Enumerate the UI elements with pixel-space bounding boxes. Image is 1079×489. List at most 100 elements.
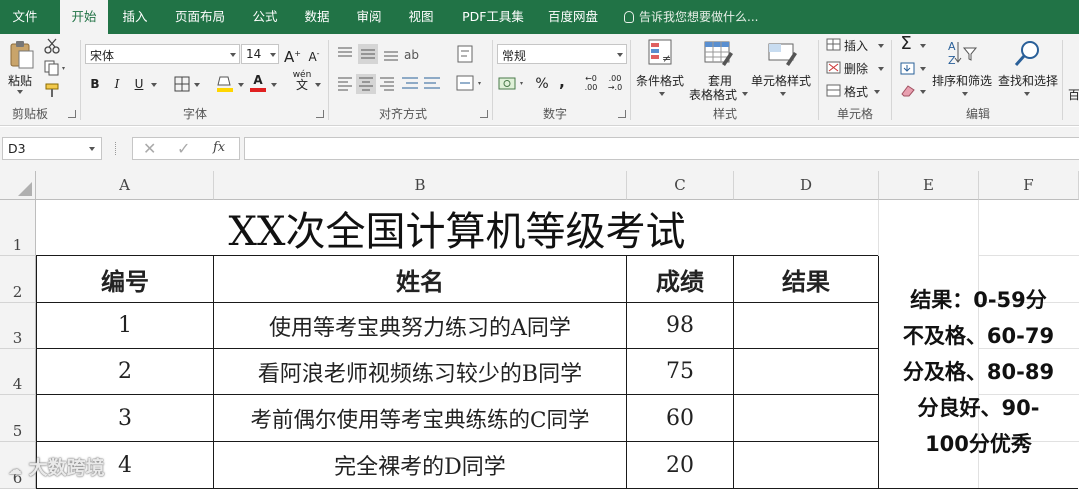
tab-review[interactable]: 审阅 xyxy=(348,0,390,34)
cell-name[interactable]: 使用等考宝典努力练习的A同学 xyxy=(214,303,627,349)
fill-down-icon[interactable] xyxy=(900,62,916,76)
sort-filter-icon[interactable]: AZ xyxy=(946,38,978,68)
insert-cells-caret[interactable] xyxy=(878,44,884,48)
cell-id[interactable]: 2 xyxy=(36,349,214,395)
conditional-formatting-label[interactable]: 条件格式 xyxy=(636,72,684,89)
font-name-select[interactable]: 宋体 xyxy=(85,44,240,64)
header-result[interactable]: 结果 xyxy=(734,256,879,303)
insert-cells-label[interactable]: 插入 xyxy=(844,37,868,54)
cell-styles-label[interactable]: 单元格样式 xyxy=(751,72,811,89)
row-header-3[interactable]: 3 xyxy=(0,303,36,349)
find-select-label[interactable]: 查找和选择 xyxy=(998,72,1058,89)
borders-icon[interactable] xyxy=(174,76,190,92)
font-launcher-icon[interactable] xyxy=(316,110,324,118)
tab-insert[interactable]: 插入 xyxy=(114,0,156,34)
autosum-button[interactable]: Σ xyxy=(898,34,914,54)
comma-style-button[interactable]: , xyxy=(556,72,568,92)
cut-off-group-label[interactable]: 百 xyxy=(1068,86,1079,103)
underline-button[interactable]: U xyxy=(131,74,147,94)
clipboard-launcher-icon[interactable] xyxy=(68,110,76,118)
number-format-dropdown-caret[interactable] xyxy=(617,53,623,57)
row-header-4[interactable]: 4 xyxy=(0,349,36,395)
number-format-select[interactable]: 常规 xyxy=(497,44,627,64)
decrease-decimal-button[interactable]: .00 →.0 xyxy=(606,74,624,94)
tab-file[interactable]: 文件 xyxy=(4,0,46,34)
paste-dropdown-caret[interactable] xyxy=(17,90,23,94)
formula-bar-grip[interactable] xyxy=(115,142,117,155)
tab-home[interactable]: 开始 xyxy=(60,0,108,34)
formula-input[interactable] xyxy=(244,137,1079,160)
cell-score[interactable]: 98 xyxy=(627,303,734,349)
format-cells-icon[interactable] xyxy=(826,84,842,98)
accounting-format-icon[interactable] xyxy=(498,74,528,94)
column-header-f[interactable]: F xyxy=(979,171,1079,200)
font-color-button[interactable]: A xyxy=(250,72,266,92)
grading-note-cell[interactable]: 结果：0-59分 不及格、60-79 分及格、80-89 分良好、90- 100… xyxy=(878,256,1078,489)
underline-dropdown-caret[interactable] xyxy=(151,83,157,87)
borders-dropdown-caret[interactable] xyxy=(194,83,200,87)
name-box[interactable]: D3 xyxy=(2,137,102,160)
delete-cells-caret[interactable] xyxy=(878,67,884,71)
row-header-2[interactable]: 2 xyxy=(0,256,36,303)
increase-decimal-button[interactable]: ←0.00 xyxy=(582,74,600,94)
copy-icon[interactable] xyxy=(44,60,68,76)
tab-pdf-tools[interactable]: PDF工具集 xyxy=(454,0,532,34)
tab-data[interactable]: 数据 xyxy=(296,0,338,34)
font-size-dropdown-caret[interactable] xyxy=(270,53,276,57)
row-header-1[interactable]: 1 xyxy=(0,200,36,256)
cell-score[interactable]: 60 xyxy=(627,395,734,442)
tab-page-layout[interactable]: 页面布局 xyxy=(168,0,232,34)
cell-styles-caret[interactable] xyxy=(780,92,786,96)
conditional-formatting-icon[interactable]: ≠ xyxy=(648,38,674,68)
title-cell[interactable]: XX次全国计算机等级考试 xyxy=(36,200,878,256)
header-id[interactable]: 编号 xyxy=(36,256,214,303)
italic-button[interactable]: I xyxy=(109,74,125,94)
cell-id[interactable]: 3 xyxy=(36,395,214,442)
cell-id[interactable]: 1 xyxy=(36,303,214,349)
conditional-formatting-caret[interactable] xyxy=(659,92,665,96)
column-header-b[interactable]: B xyxy=(214,171,627,200)
merge-center-icon[interactable] xyxy=(456,74,484,94)
cell-styles-icon[interactable] xyxy=(768,38,798,68)
decrease-font-size-button[interactable]: A- xyxy=(306,44,322,64)
format-cells-label[interactable]: 格式 xyxy=(844,83,868,100)
fill-color-dropdown-caret[interactable] xyxy=(238,83,244,87)
cell-result-selected[interactable] xyxy=(734,303,879,349)
cell-result[interactable] xyxy=(734,442,879,489)
cut-icon[interactable] xyxy=(44,38,60,54)
format-cells-caret[interactable] xyxy=(874,90,880,94)
bold-button[interactable]: B xyxy=(87,74,103,94)
phonetic-dropdown-caret[interactable] xyxy=(315,83,321,87)
header-score[interactable]: 成绩 xyxy=(627,256,734,303)
cell-name[interactable]: 完全裸考的D同学 xyxy=(214,442,627,489)
column-header-a[interactable]: A xyxy=(36,171,214,200)
format-as-table-label-2[interactable]: 表格格式 xyxy=(689,86,737,103)
percent-style-button[interactable]: % xyxy=(534,74,550,94)
select-all-corner[interactable] xyxy=(0,171,36,200)
find-select-icon[interactable] xyxy=(1012,38,1042,68)
font-color-dropdown-caret[interactable] xyxy=(271,83,277,87)
tab-baidu-netdisk[interactable]: 百度网盘 xyxy=(542,0,604,34)
cell-score[interactable]: 20 xyxy=(627,442,734,489)
insert-function-icon[interactable]: fx xyxy=(213,140,225,155)
format-as-table-caret[interactable] xyxy=(742,92,748,96)
paste-label[interactable]: 粘贴 xyxy=(8,72,32,89)
delete-cells-label[interactable]: 删除 xyxy=(844,60,868,77)
increase-font-size-button[interactable]: A+ xyxy=(284,44,301,66)
font-name-dropdown-caret[interactable] xyxy=(230,53,236,57)
header-name[interactable]: 姓名 xyxy=(214,256,627,303)
cell-name[interactable]: 看阿浪老师视频练习较少的B同学 xyxy=(214,349,627,395)
column-header-d[interactable]: D xyxy=(734,171,879,200)
phonetic-guide-button[interactable]: wén 文 xyxy=(292,70,312,91)
clear-icon[interactable] xyxy=(900,84,916,98)
vertical-align-icons[interactable]: ab xyxy=(336,44,426,64)
find-select-caret[interactable] xyxy=(1024,92,1030,96)
clear-caret[interactable] xyxy=(920,90,926,94)
name-box-dropdown-caret[interactable] xyxy=(89,147,95,151)
column-header-c[interactable]: C xyxy=(627,171,734,200)
enter-icon[interactable]: ✓ xyxy=(177,139,190,158)
fill-caret[interactable] xyxy=(920,67,926,71)
cell-name[interactable]: 考前偶尔使用等考宝典练练的C同学 xyxy=(214,395,627,442)
paste-icon[interactable] xyxy=(8,40,36,70)
format-as-table-icon[interactable] xyxy=(704,38,734,68)
